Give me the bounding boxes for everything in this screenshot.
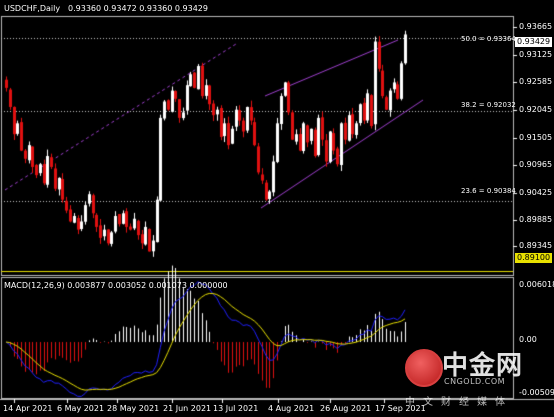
price-tick-2: 0.92585 — [519, 77, 553, 86]
date-label: 14 Apr 2021 — [3, 404, 53, 413]
macd-label: MACD(12,26,9) 0.003877 0.003052 0.001073… — [4, 281, 228, 290]
date-label: 13 Jul 2021 — [213, 404, 259, 413]
macd-tick-bottom: -0.005092 — [519, 388, 554, 397]
price-tick-3: 0.92045 — [519, 105, 553, 114]
support-price-tag: 0.89100 — [515, 253, 553, 263]
price-tick-0: 0.93665 — [519, 22, 553, 31]
macd-tick-zero: 0.00 — [519, 335, 537, 344]
cngold-logo-icon — [405, 349, 443, 387]
fib-50-label: 50.0 = 0.93364 — [461, 35, 516, 43]
date-label: 26 Aug 2021 — [320, 404, 372, 413]
chart-ohlc-label: 0.93360 0.93472 0.93360 0.93429 — [68, 4, 208, 13]
price-tick-5: 0.90965 — [519, 160, 553, 169]
date-label: 28 May 2021 — [107, 404, 160, 413]
date-label: 4 Aug 2021 — [268, 404, 315, 413]
date-label: 21 Jun 2021 — [163, 404, 212, 413]
price-tick-4: 0.91505 — [519, 133, 553, 142]
watermark-tagline: 中文财经媒体 — [405, 397, 513, 408]
fib-38-label: 38.2 = 0.92032 — [461, 101, 516, 109]
price-tick-8: 0.89345 — [519, 241, 553, 250]
current-price-tag: 0.93429 — [515, 37, 553, 47]
price-tick-6: 0.90425 — [519, 188, 553, 197]
price-tick-7: 0.89885 — [519, 215, 553, 224]
watermark-url: CNGOLD.COM — [444, 377, 506, 386]
fib-23-label: 23.6 = 0.90384 — [461, 187, 516, 195]
price-tick-1: 0.93125 — [519, 50, 553, 59]
date-label: 6 May 2021 — [57, 404, 105, 413]
macd-tick-top: 0.006018 — [519, 280, 554, 289]
chart-symbol-label: USDCHF,Daily — [4, 4, 61, 13]
